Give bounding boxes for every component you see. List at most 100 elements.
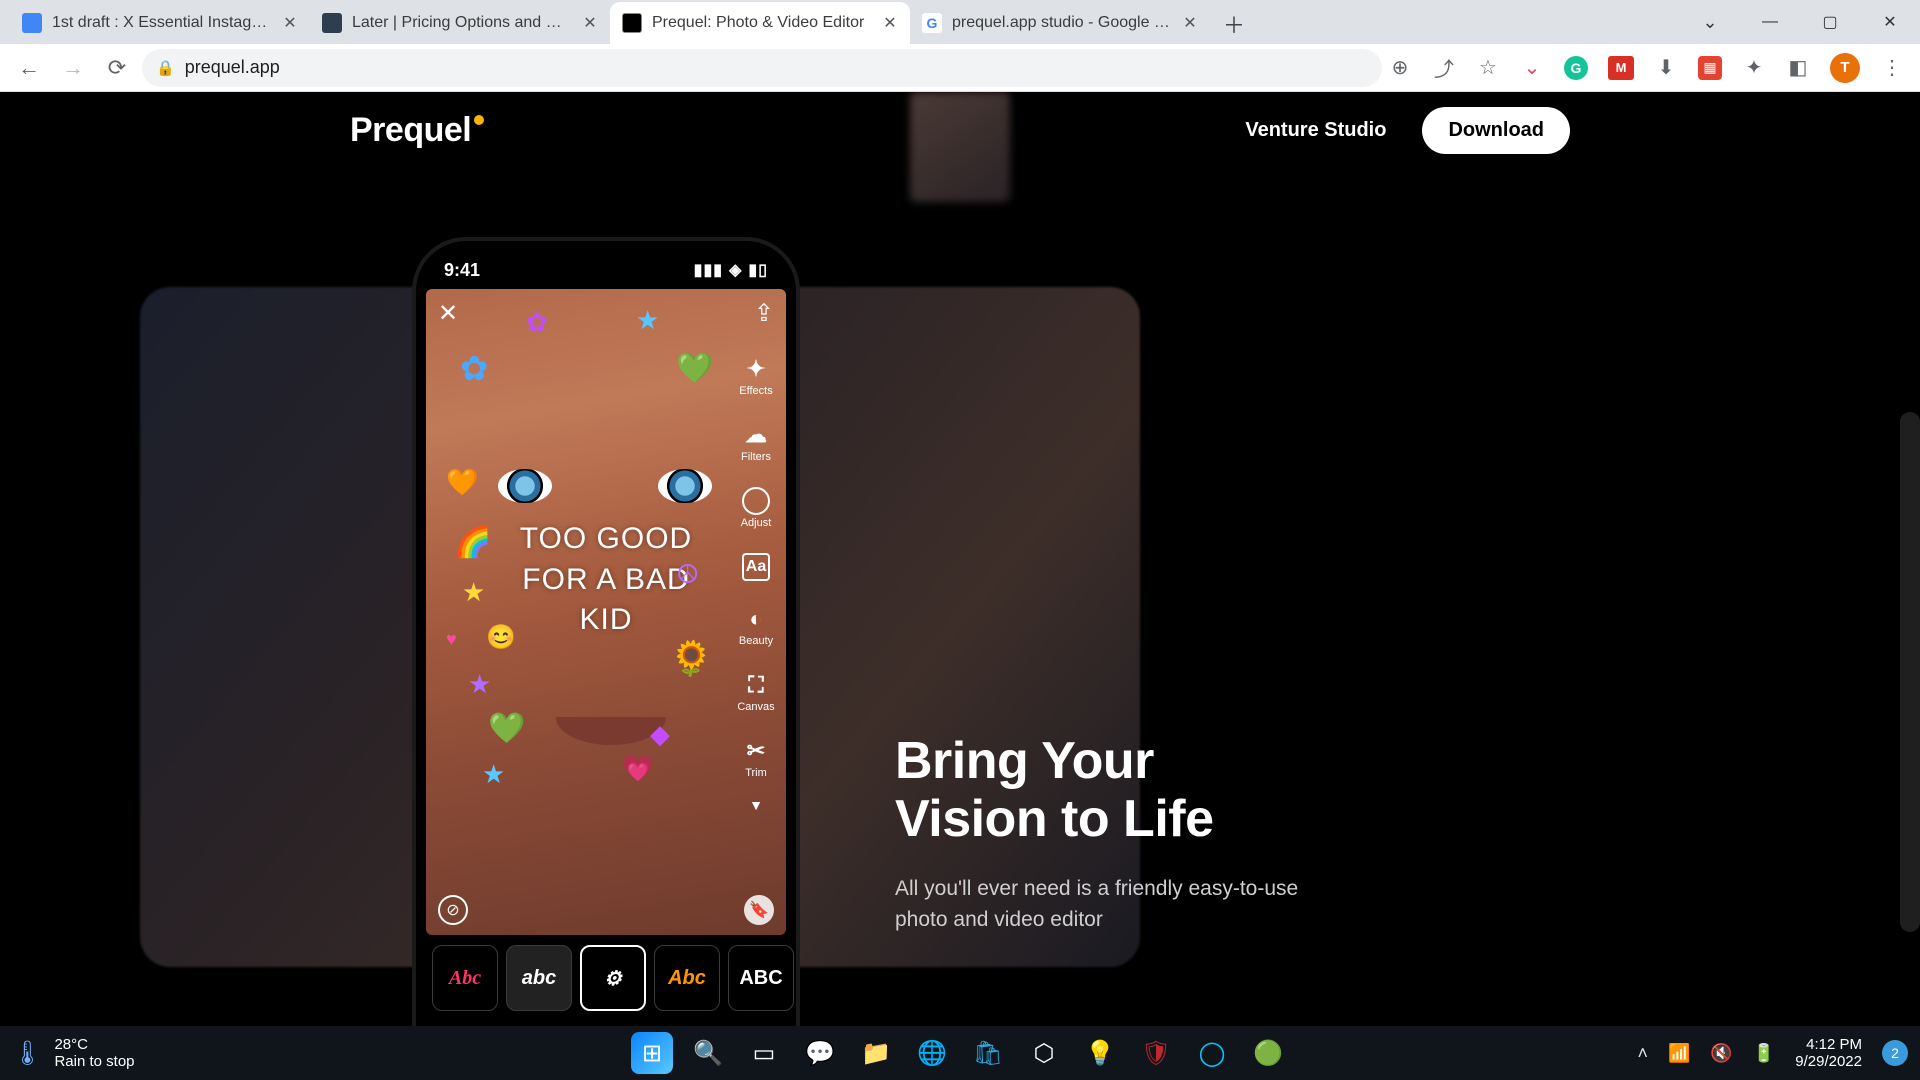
sticker-smile-icon[interactable]: 😊 [486, 623, 516, 652]
address-bar: ← → ⟳ 🔒 prequel.app ⊕ ⤴ ☆ ⌄ G M ⬇ ▦ ✦ ◧ … [0, 44, 1920, 92]
notification-badge[interactable]: 2 [1882, 1040, 1908, 1066]
text-style-option-sliders[interactable]: ⚙ [580, 945, 646, 1011]
sticker-star-icon[interactable]: ★ [482, 759, 505, 790]
omnibox[interactable]: 🔒 prequel.app [142, 49, 1382, 87]
taskbar-tray: ˄ 📶 🔇 🔋 4:12 PM 9/29/2022 2 [1637, 1036, 1908, 1071]
sticker-heart-icon[interactable]: 💚 [488, 711, 525, 746]
hero-subtext: All you'll ever need is a friendly easy-… [895, 874, 1355, 935]
sticker-heart-icon[interactable]: 🧡 [446, 467, 478, 498]
sticker-heart-icon[interactable]: 💚 [676, 351, 713, 386]
tab-docs[interactable]: 1st draft : X Essential Instagram M ✕ [10, 2, 310, 44]
tool-beauty[interactable]: ◐Beauty [734, 605, 778, 647]
taskbar-tips[interactable]: 💡 [1079, 1032, 1121, 1074]
photo-canvas[interactable]: ✕ ⇪ TOO GOOD FOR A BAD KID ✦Effects ☁Fil… [426, 289, 786, 935]
sidepanel-icon[interactable]: ◧ [1786, 56, 1810, 80]
sticker-rainbow-icon[interactable]: 🌈 [454, 525, 491, 560]
new-tab-button[interactable]: ＋ [1216, 6, 1252, 42]
tool-effects[interactable]: ✦Effects [734, 355, 778, 397]
tab-search-button[interactable]: ⌄ [1680, 2, 1740, 42]
sticker-peace-icon[interactable]: ☮ [676, 559, 699, 590]
todoist-icon[interactable]: ▦ [1698, 56, 1722, 80]
start-button[interactable]: ⊞ [631, 1032, 673, 1074]
kebab-menu-icon[interactable]: ⋮ [1880, 56, 1904, 80]
taskbar-app[interactable]: ⬡ [1023, 1032, 1065, 1074]
forward-button[interactable]: → [54, 49, 92, 87]
close-icon[interactable]: ✕ [282, 13, 298, 33]
close-icon[interactable]: ✕ [882, 13, 898, 33]
sticker-heart-icon[interactable]: ♥ [446, 629, 457, 650]
taskbar-teams[interactable]: 💬 [799, 1032, 841, 1074]
close-icon[interactable]: ✕ [1182, 13, 1198, 33]
share-editor-icon[interactable]: ⇪ [754, 299, 774, 328]
volume-tray-icon[interactable]: 🔇 [1710, 1043, 1732, 1064]
sticker-flower-smile-icon[interactable]: ✿ [460, 349, 489, 389]
taskbar-search[interactable]: 🔍 [687, 1032, 729, 1074]
bookmark-effect-icon[interactable]: 🔖 [744, 895, 774, 925]
close-window-button[interactable]: ✕ [1860, 2, 1920, 42]
download-icon[interactable]: ⬇ [1654, 56, 1678, 80]
taskbar-center: ⊞ 🔍 ▭ 💬 📁 🌐 🛍 ⬡ 💡 🛡 ◯ 🟢 [631, 1032, 1289, 1074]
sticker-sunflower-icon[interactable]: 🌻 [670, 639, 712, 679]
phone-status-bar: 9:41 ▮▮▮ ◈ ▮▯ [426, 257, 786, 283]
text-style-option[interactable]: Abc [654, 945, 720, 1011]
taskbar-edge[interactable]: 🌐 [911, 1032, 953, 1074]
tab-prequel[interactable]: Prequel: Photo & Video Editor ✕ [610, 2, 910, 44]
tab-google-search[interactable]: prequel.app studio - Google Sear ✕ [910, 2, 1210, 44]
wifi-tray-icon[interactable]: 📶 [1668, 1043, 1690, 1064]
taskbar-taskview[interactable]: ▭ [743, 1032, 785, 1074]
close-editor-icon[interactable]: ✕ [438, 299, 458, 328]
sticker-star-icon[interactable]: ★ [462, 577, 485, 608]
tool-adjust[interactable]: Adjust [734, 487, 778, 529]
tool-trim[interactable]: ✂Trim [734, 737, 778, 779]
bookmark-star-icon[interactable]: ☆ [1476, 56, 1500, 80]
gmail-icon[interactable]: M [1608, 56, 1634, 80]
taskbar-store[interactable]: 🛍 [967, 1032, 1009, 1074]
nav-venture-studio[interactable]: Venture Studio [1245, 119, 1386, 142]
taskbar-weather[interactable]: 🌡 28°C Rain to stop [12, 1036, 135, 1071]
maximize-button[interactable]: ▢ [1800, 2, 1860, 42]
tool-text[interactable]: Aa [734, 553, 778, 581]
taskbar-mcafee[interactable]: 🛡 [1135, 1032, 1177, 1074]
sticker-heart-icon[interactable]: 💗 [622, 753, 654, 784]
taskbar-alexa[interactable]: ◯ [1191, 1032, 1233, 1074]
pocket-icon[interactable]: ⌄ [1520, 56, 1544, 80]
battery-tray-icon[interactable]: 🔋 [1753, 1043, 1775, 1064]
page-scrollbar[interactable] [1900, 412, 1920, 932]
tool-label: Beauty [739, 635, 773, 647]
sticker-star-icon[interactable]: ★ [636, 305, 659, 336]
tool-filters[interactable]: ☁Filters [734, 421, 778, 463]
logo-dot-icon [474, 115, 484, 125]
tray-chevron-icon[interactable]: ˄ [1637, 1043, 1648, 1064]
tools-more-icon[interactable]: ▼ [749, 797, 763, 813]
download-button[interactable]: Download [1422, 107, 1570, 154]
text-style-option[interactable]: Abc [432, 945, 498, 1011]
sticker-flower-icon[interactable]: ✿ [526, 307, 548, 338]
prequel-logo[interactable]: Prequel [350, 111, 484, 150]
taskbar-explorer[interactable]: 📁 [855, 1032, 897, 1074]
sticker-star-icon[interactable]: ★ [468, 669, 491, 700]
header-nav: Venture Studio Download [1245, 107, 1570, 154]
zoom-icon[interactable]: ⊕ [1388, 56, 1412, 80]
share-icon[interactable]: ⤴ [1432, 56, 1456, 80]
face-eye [498, 469, 552, 503]
windows-taskbar: 🌡 28°C Rain to stop ⊞ 🔍 ▭ 💬 📁 🌐 🛍 ⬡ 💡 🛡 … [0, 1026, 1920, 1080]
tool-label: Canvas [737, 701, 774, 713]
tab-later[interactable]: Later | Pricing Options and Subsc ✕ [310, 2, 610, 44]
minimize-button[interactable]: ― [1740, 2, 1800, 42]
text-style-option[interactable]: ABC [728, 945, 794, 1011]
sticker-gem-icon[interactable]: ◆ [650, 719, 670, 750]
taskbar-clock[interactable]: 4:12 PM 9/29/2022 [1795, 1036, 1862, 1071]
heading-line: Bring Your [895, 732, 1154, 790]
close-icon[interactable]: ✕ [582, 13, 598, 33]
sliders-icon: ⚙ [604, 966, 622, 991]
text-style-option[interactable]: abc [506, 945, 572, 1011]
reload-button[interactable]: ⟳ [98, 49, 136, 87]
weather-label: Rain to stop [54, 1053, 134, 1070]
profile-avatar[interactable]: T [1830, 53, 1860, 83]
taskbar-chrome[interactable]: 🟢 [1247, 1032, 1289, 1074]
back-button[interactable]: ← [10, 49, 48, 87]
grammarly-icon[interactable]: G [1564, 56, 1588, 80]
tool-canvas[interactable]: ⛶Canvas [734, 671, 778, 713]
extensions-icon[interactable]: ✦ [1742, 56, 1766, 80]
none-effect-icon[interactable]: ⊘ [438, 895, 468, 925]
